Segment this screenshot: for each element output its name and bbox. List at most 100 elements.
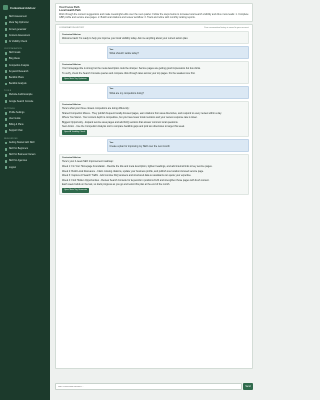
sidebar-item-label: SEO for Business Owners: [8, 154, 36, 157]
sidebar-item[interactable]: Content Assessment: [3, 33, 47, 38]
user-message: You What are my competitors doing?: [106, 85, 249, 100]
message-input[interactable]: [55, 383, 242, 390]
sidebar-item-label: User Guide: [8, 118, 21, 121]
conversation-header: CONVERSATION HISTORY Your conversation h…: [59, 27, 249, 29]
message-paragraph: Week 4: Find Hidden Opportunities - Revi…: [62, 178, 210, 182]
nav-item-icon: [4, 148, 7, 151]
message-action-button[interactable]: Open AI Visibility Check: [62, 130, 88, 135]
focus-path-panel: Your Focus Path Local Health Path Work t…: [55, 3, 253, 23]
message-paragraph: Shared Competitor Moves - They publish f…: [62, 111, 222, 115]
sidebar-item[interactable]: Profile Settings: [3, 111, 47, 116]
conversation-label: CONVERSATION HISTORY: [59, 26, 85, 29]
user-message: You What should I tackle today?: [106, 46, 249, 60]
nav-item-icon: [4, 160, 7, 163]
advisor-message: Contextual Advisor Your homepage title is…: [59, 61, 249, 84]
sidebar-item-label: SEO for Agencies: [8, 160, 28, 163]
message-paragraph: Your homepage title is strong but the me…: [62, 67, 201, 71]
message-paragraph: Week 1: Fix Your Homepage Foundation - R…: [62, 164, 213, 168]
sidebar-item-label: SEO Goals: [8, 52, 21, 55]
nav-item-icon: [4, 16, 7, 19]
nav-item-icon: [4, 94, 7, 97]
nav-item-icon: [4, 166, 7, 169]
sidebar-item-label: Billing & Plans: [8, 124, 24, 127]
sidebar-item[interactable]: SEO Goals: [3, 51, 47, 56]
sidebar-item[interactable]: Blog Ideas: [3, 57, 47, 62]
nav-item-icon: [4, 124, 7, 127]
message-paragraph: Next Action - Use the Competitor Analysi…: [62, 125, 185, 129]
sidebar-item[interactable]: Website Audit Example: [3, 93, 47, 98]
sidebar-item-label: SEO for Beginners: [8, 148, 29, 151]
message-paragraph: What are my competitors doing?: [109, 91, 144, 95]
message-action-button[interactable]: Open Meta Tag Generator: [62, 188, 90, 193]
message-paragraph: Here's your 4-week SEO improvement roadm…: [62, 160, 114, 164]
nav-item-icon: [4, 118, 7, 121]
sidebar-item[interactable]: Competitor Analysis: [3, 63, 47, 68]
sidebar-item-label: Content Assessment: [8, 34, 30, 37]
sidebar-item-label: Website Audit Example: [8, 94, 33, 97]
sidebar-item[interactable]: Backlink Plans: [3, 75, 47, 80]
sidebar-item[interactable]: User Guide: [3, 117, 47, 122]
sidebar-item[interactable]: Backlink Analysis: [3, 81, 47, 86]
sidebar-item-label: Keyword Research: [8, 70, 29, 73]
nav-item-icon: [4, 130, 7, 133]
conversation-note: Your conversation history is saved in yo…: [204, 26, 249, 29]
message-paragraph: To verify, check the Search Console quer…: [62, 71, 196, 75]
nav-item-icon: [4, 52, 7, 55]
message-paragraph: Here's what your three closest competito…: [62, 107, 130, 111]
sidebar-item-label: Backlink Plans: [8, 76, 24, 79]
advisor-message: Contextual Advisor Here's what your three…: [59, 101, 249, 138]
main-area: Your Focus Path Local Health Path Work t…: [50, 0, 258, 400]
sidebar-item-label: Meta Tag Optimizer: [8, 22, 29, 25]
focus-path-description: Work through the content suggestions and…: [59, 13, 249, 20]
sidebar-nav: SEO Assessment Meta Tag Optimizer Alt text…: [3, 15, 47, 170]
sidebar-item[interactable]: Meta Tag Optimizer: [3, 21, 47, 26]
sidebar-item-label: Competitor Analysis: [8, 64, 30, 67]
nav-item-icon: [4, 34, 7, 37]
sidebar-item-label: Backlink Analysis: [8, 82, 27, 85]
message-paragraph: Create a plan for improving my SEO over …: [109, 145, 170, 149]
message-paragraph: Week 3: Capture AI Search Traffic - Add …: [62, 174, 192, 178]
sidebar-section-label: Resources: [4, 137, 18, 140]
sidebar-item[interactable]: SEO for Business Owners: [3, 153, 47, 158]
sidebar-item[interactable]: Google Search Console: [3, 99, 47, 104]
sidebar-item[interactable]: Billing & Plans: [3, 123, 47, 128]
sidebar-item[interactable]: AI Visibility Check: [3, 39, 47, 44]
sidebar-item[interactable]: Getting Started with SEO: [3, 141, 47, 146]
user-message: You Create a plan for improving my SEO ov…: [106, 139, 249, 153]
sidebar-item[interactable]: Logout: [3, 165, 47, 170]
sidebar-item[interactable]: Support Chat: [3, 129, 47, 134]
message-paragraph: Welcome back! I'm ready to help you impr…: [62, 36, 189, 40]
sidebar-item[interactable]: Alt text generator: [3, 27, 47, 32]
nav-item-icon: [4, 22, 7, 25]
nav-item-icon: [4, 82, 7, 85]
sidebar-section-label: Settings: [4, 107, 15, 110]
sidebar-item[interactable]: SEO for Agencies: [3, 159, 47, 164]
sidebar-item-label: Blog Ideas: [8, 58, 20, 61]
advisor-message: Contextual Advisor Welcome back! I'm read…: [59, 30, 249, 45]
send-button[interactable]: Send: [243, 383, 253, 390]
sidebar-item-label: SEO Assessment: [8, 16, 27, 19]
sidebar-section-label: Customisation: [4, 48, 22, 51]
page-subtitle: Local Health Path: [59, 9, 81, 12]
sidebar-item-label: Getting Started with SEO: [8, 142, 35, 145]
sidebar-item-label: Support Chat: [8, 130, 23, 133]
message-paragraph: Biggest Opportunity - Expand service are…: [62, 120, 179, 124]
message-list: Contextual Advisor Welcome back! I'm read…: [59, 30, 249, 196]
nav-item-icon: [4, 70, 7, 73]
nav-item-icon: [4, 40, 7, 43]
nav-item-icon: [4, 142, 7, 145]
sidebar-item[interactable]: SEO Assessment: [3, 15, 47, 20]
sidebar-item-label: AI Visibility Check: [8, 40, 28, 43]
message-paragraph: Week 2: Build Local Relevance - Claim mi…: [62, 169, 204, 173]
message-action-button[interactable]: Open Meta Tag Optimizer: [62, 76, 89, 82]
nav-item-icon: [4, 28, 7, 31]
sidebar-item[interactable]: SEO for Beginners: [3, 147, 47, 152]
nav-item-icon: [4, 64, 7, 67]
nav-item-icon: [4, 100, 7, 103]
sidebar: Contextual Advisor SEO Assessment Meta Ta…: [0, 0, 50, 400]
message-paragraph: Each week builds on the last, so track p…: [62, 183, 171, 187]
conversation-panel[interactable]: CONVERSATION HISTORY Your conversation h…: [55, 23, 253, 369]
sidebar-item[interactable]: Keyword Research: [3, 69, 47, 74]
nav-item-icon: [4, 112, 7, 115]
sidebar-section-label: Tools: [4, 90, 12, 93]
